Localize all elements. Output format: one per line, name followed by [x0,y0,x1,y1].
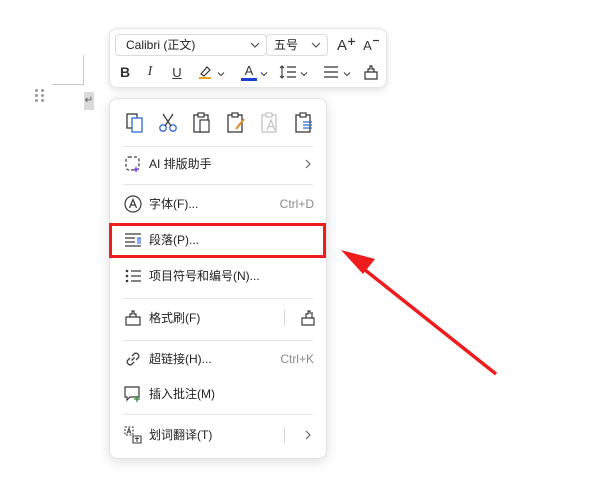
align-justify-icon [324,66,338,78]
minus-icon [372,39,379,42]
format-painter-lock-icon[interactable] [299,309,317,327]
line-spacing-button[interactable] [277,61,299,83]
menu-item-hyperlink[interactable]: 超链接(H)... Ctrl+K [110,342,328,376]
menu-item-font[interactable]: 字体(F)... Ctrl+D [110,187,328,221]
paste-text-only-icon [261,112,277,133]
format-painter-button[interactable] [360,61,382,83]
annotation-highlight-box [109,223,326,258]
plus-icon [348,37,355,45]
mini-toolbar: Calibri (正文) 五号 A A B I U A [109,28,387,88]
grow-font-button[interactable]: A [335,34,357,56]
page-margin-guide-horizontal [52,84,84,85]
chevron-down-icon[interactable] [343,70,351,78]
clipboard-actions-row [110,99,328,147]
chevron-right-icon[interactable] [304,430,312,440]
highlighter-icon [199,66,211,79]
drag-handle-icon[interactable] [35,89,45,103]
font-color-swatch [241,78,257,81]
shrink-font-button[interactable]: A [360,34,382,56]
menu-item-label: 插入批注(M) [149,387,215,401]
menu-item-divider [284,427,285,443]
menu-item-label: 字体(F)... [149,197,199,211]
chevron-down-icon[interactable] [300,70,308,78]
cut-icon[interactable] [156,111,180,135]
bold-button[interactable]: B [114,61,136,83]
menu-item-label: 项目符号和编号(N)... [149,269,260,283]
font-color-button[interactable]: A [238,61,260,83]
menu-item-translate[interactable]: 划词翻译(T) [110,418,328,452]
page-margin-guide-vertical [83,55,84,85]
underline-button[interactable]: U [166,61,188,83]
menu-separator [123,340,313,341]
menu-item-label: 超链接(H)... [149,352,212,366]
italic-button[interactable]: I [139,61,161,83]
menu-item-bullets-numbering[interactable]: 项目符号和编号(N)... [110,259,328,293]
font-name-value: Calibri (正文) [126,38,196,52]
paragraph-mark: ↵ [84,92,94,110]
font-name-select[interactable]: Calibri (正文) [115,34,267,56]
font-circle-icon [124,195,142,213]
font-size-select[interactable]: 五号 [266,34,328,56]
menu-separator [123,414,313,415]
underline-icon: U [172,64,182,80]
menu-item-shortcut: Ctrl+D [279,197,314,211]
font-color-icon: A [244,63,254,78]
alignment-button[interactable] [320,61,342,83]
line-spacing-icon [279,65,296,79]
format-painter-icon [364,65,378,80]
ai-sparkle-icon [125,156,140,173]
comment-add-icon [124,386,140,402]
chevron-down-icon [311,42,321,48]
context-menu: AI 排版助手 字体(F)... Ctrl+D 段落(P)... 项目符号和编号… [109,98,327,459]
menu-item-divider [284,310,285,326]
italic-icon: I [147,64,153,79]
translate-icon [124,426,142,444]
link-icon [126,352,140,366]
menu-item-shortcut: Ctrl+K [280,352,314,366]
menu-separator [123,298,313,299]
grow-font-icon: A [336,36,347,54]
menu-item-label: 划词翻译(T) [149,428,213,442]
menu-item-label: AI 排版助手 [149,157,212,171]
menu-item-label: 格式刷(F) [149,311,201,325]
menu-separator [123,184,313,185]
highlight-color-button[interactable] [194,61,216,83]
menu-item-insert-comment[interactable]: 插入批注(M) [110,377,328,411]
chevron-down-icon[interactable] [217,70,225,78]
chevron-down-icon [250,42,260,48]
chevron-down-icon[interactable] [260,70,268,78]
menu-item-ai-assistant[interactable]: AI 排版助手 [110,147,328,181]
bold-icon: B [119,64,131,80]
paste-keep-format-icon[interactable] [224,111,248,135]
format-painter-icon [125,310,141,326]
copy-icon[interactable] [123,111,147,135]
font-size-value: 五号 [274,38,299,52]
menu-item-format-painter[interactable]: 格式刷(F) [110,301,328,335]
shrink-font-icon: A [363,37,372,53]
paste-special-icon[interactable] [292,111,316,135]
paste-icon[interactable] [190,111,214,135]
bulleted-list-icon [125,269,141,283]
chevron-right-icon [305,159,311,169]
